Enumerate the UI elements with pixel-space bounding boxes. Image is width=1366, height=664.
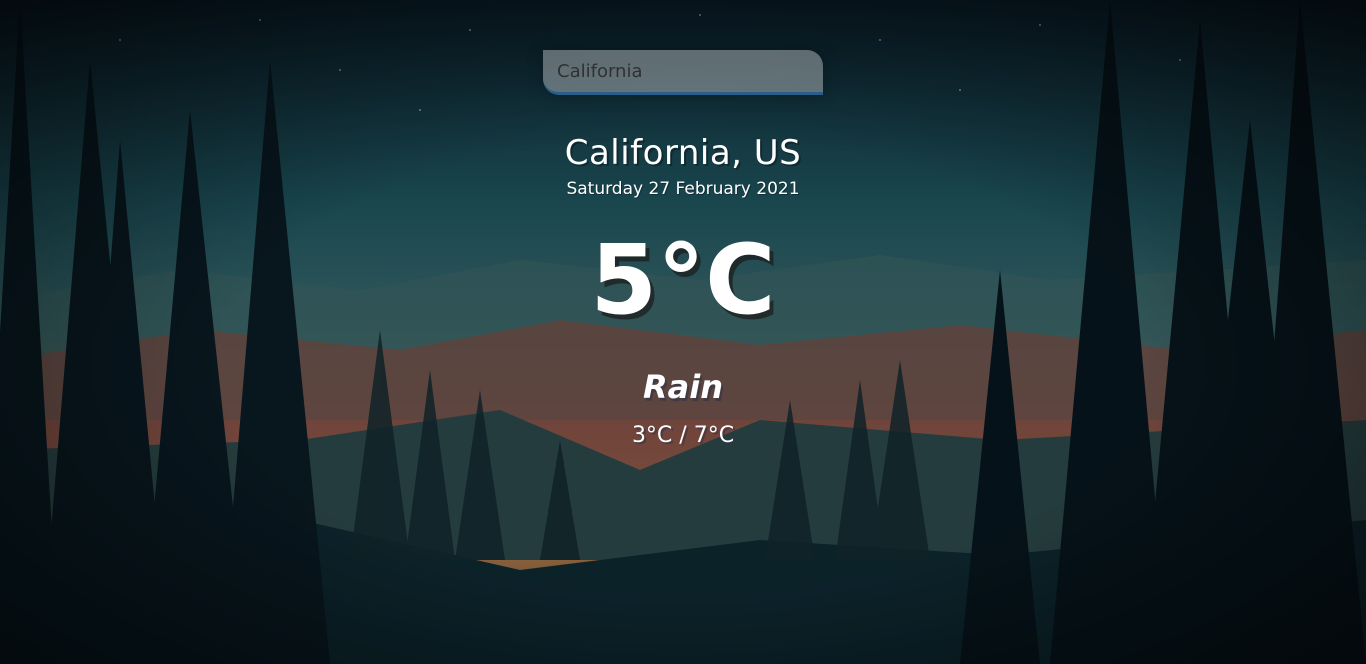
city-name: California, US [564, 133, 802, 173]
weather-condition: Rain [643, 368, 723, 406]
temperature-range: 3°C / 7°C [631, 423, 735, 448]
current-temperature: 5°C [590, 224, 776, 336]
search-input[interactable] [543, 50, 823, 95]
search-box [543, 50, 823, 95]
current-date: Saturday 27 February 2021 [566, 179, 800, 199]
